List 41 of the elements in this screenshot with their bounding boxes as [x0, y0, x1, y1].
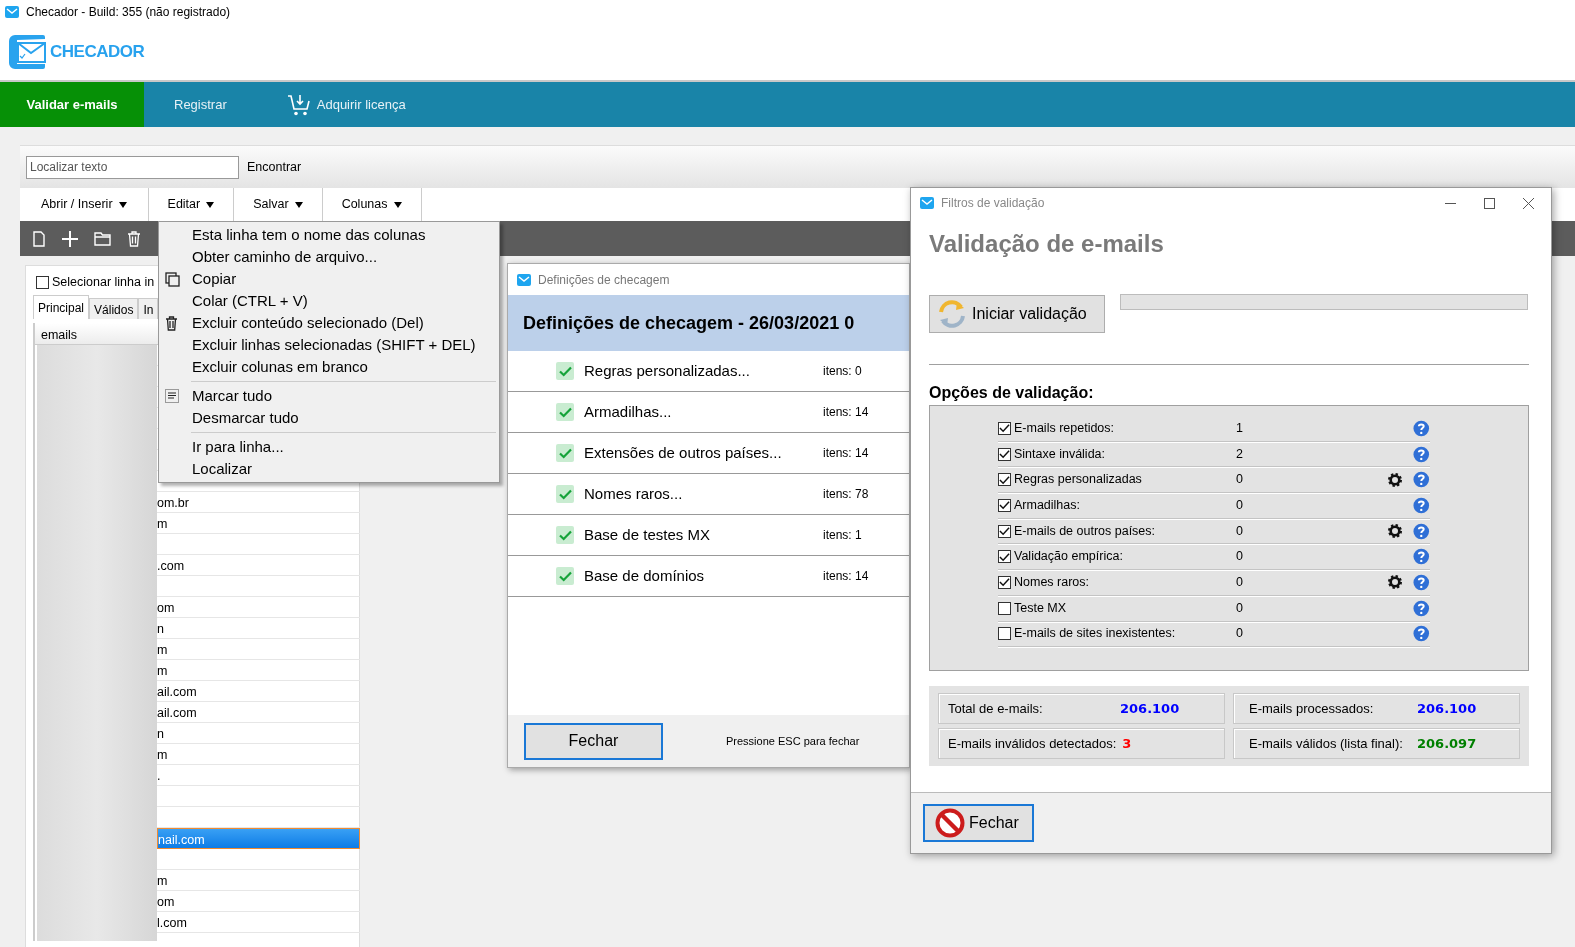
- window-title: Checador - Build: 355 (não registrado): [26, 4, 231, 21]
- logo-text: CHECADOR: [50, 41, 145, 64]
- item-count: itens: 14: [823, 404, 869, 421]
- option-label: Armadilhas:: [1014, 497, 1081, 515]
- option-count: 0: [1236, 574, 1244, 592]
- option-label: E-mails de outros países:: [1014, 522, 1157, 540]
- item-count: itens: 1: [823, 527, 862, 544]
- stat-label: E-mails processados:: [1249, 699, 1375, 718]
- option-count: 0: [1236, 497, 1244, 515]
- stat-value: 3: [1122, 734, 1132, 753]
- option-label: Sintaxe inválida:: [1014, 445, 1107, 463]
- option-count: 1: [1236, 419, 1244, 437]
- option-count: 0: [1236, 471, 1244, 489]
- option-label: E-mails repetidos:: [1014, 419, 1116, 437]
- option-count: 0: [1236, 625, 1244, 643]
- option-count: 0: [1236, 548, 1244, 566]
- option-count: 2: [1236, 445, 1244, 463]
- section-title: Opções de validação:: [929, 383, 1095, 403]
- item-count: itens: 78: [823, 486, 869, 503]
- stat-value: 206.100: [1120, 699, 1180, 718]
- stat-label: Total de e-mails:: [948, 699, 1044, 718]
- option-count: 0: [1236, 599, 1244, 617]
- option-label: Teste MX: [1014, 599, 1068, 617]
- dialog-heading: Validação de e-mails: [929, 229, 1165, 256]
- option-label: Validação empírica:: [1014, 548, 1124, 566]
- window-title: Filtros de validação: [941, 195, 1045, 212]
- item-count: itens: 14: [823, 568, 869, 585]
- option-label: Regras personalizadas: [1014, 471, 1143, 489]
- stat-label: E-mails válidos (lista final):: [1249, 734, 1404, 753]
- stat-value: 206.100: [1417, 699, 1477, 718]
- dialog-heading: Definições de checagem - 26/03/2021 0: [508, 295, 909, 351]
- item-count: itens: 14: [823, 445, 869, 462]
- checkbox-label: Selecionar linha in: [52, 273, 155, 291]
- dialog-title: Definições de checagem: [538, 271, 670, 289]
- option-label: E-mails de sites inexistentes:: [1014, 625, 1177, 643]
- stat-value: 206.097: [1417, 734, 1477, 753]
- item-count: itens: 0: [823, 363, 862, 380]
- stat-label: E-mails inválidos detectados:: [948, 734, 1117, 753]
- option-label: Nomes raros:: [1014, 574, 1091, 592]
- option-count: 0: [1236, 522, 1244, 540]
- hint-text: Pressione ESC para fechar: [726, 733, 860, 749]
